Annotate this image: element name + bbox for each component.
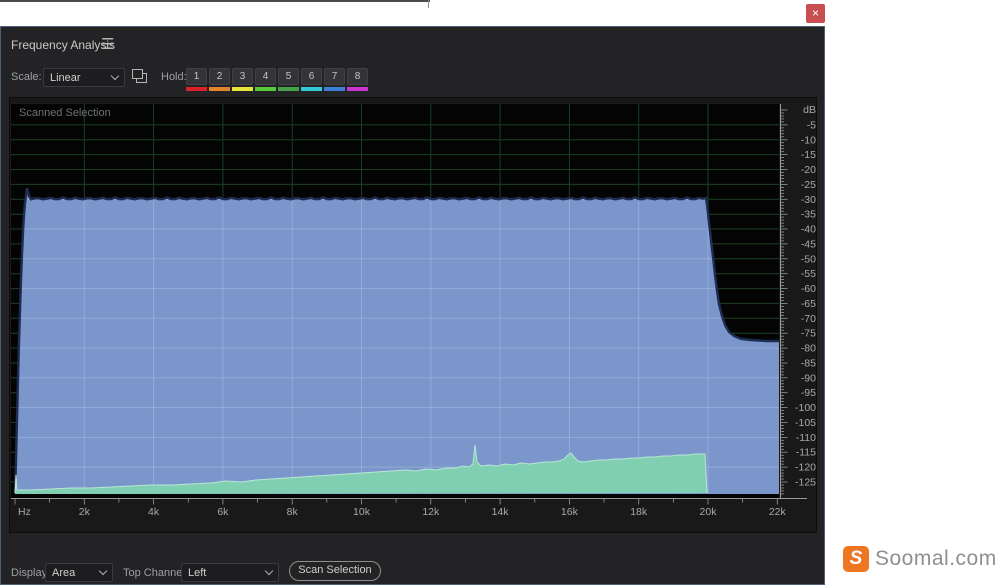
snapshot-icon[interactable] [132, 69, 150, 85]
hold-color-bar-1 [186, 87, 207, 91]
display-select[interactable]: Area [45, 563, 113, 582]
scale-select[interactable]: Linear [43, 68, 125, 87]
svg-text:-40: -40 [801, 224, 816, 236]
hold-color-bar-3 [232, 87, 253, 91]
hold-color-bar-8 [347, 87, 368, 91]
browser-top-line [0, 0, 430, 2]
svg-text:10k: 10k [353, 506, 371, 518]
soomal-logo-icon: S [843, 546, 869, 572]
hold-button-6[interactable]: 6 [301, 68, 322, 85]
svg-text:-90: -90 [801, 372, 816, 384]
snapshot-icon-front-square [132, 69, 143, 79]
svg-text:-95: -95 [801, 387, 816, 399]
svg-text:-35: -35 [801, 209, 816, 221]
scale-select-value: Linear [50, 72, 81, 84]
svg-text:14k: 14k [492, 506, 510, 518]
svg-text:-125: -125 [795, 477, 816, 489]
hold-button-7[interactable]: 7 [324, 68, 345, 85]
hold-slot-6: 6 [301, 68, 322, 91]
svg-text:6k: 6k [217, 506, 229, 518]
hold-button-5[interactable]: 5 [278, 68, 299, 85]
svg-text:-100: -100 [795, 402, 816, 414]
hold-buttons-row: 1 2 3 4 5 6 7 8 [186, 68, 368, 91]
svg-text:-55: -55 [801, 268, 816, 280]
db-axis-ruler: dB -5 -10 -15 -20 -25 -30 -35 -40 -45 -50 -55 -60 -65… [779, 104, 817, 498]
frequency-analysis-window: Frequency Analysis ☰ Scale: Linear Hold:… [0, 26, 825, 585]
scan-selection-button[interactable]: Scan Selection [289, 561, 381, 581]
footer-controls-row: Display: Area Top Channel: Left Scan Sel… [1, 559, 824, 586]
hold-button-8[interactable]: 8 [347, 68, 368, 85]
svg-text:16k: 16k [561, 506, 579, 518]
hold-color-bar-2 [209, 87, 230, 91]
chevron-down-icon [111, 72, 119, 80]
hold-slot-1: 1 [186, 68, 207, 91]
svg-text:-110: -110 [796, 432, 816, 444]
hold-label: Hold: [161, 71, 187, 83]
svg-text:Hz: Hz [18, 506, 31, 518]
svg-text:-75: -75 [801, 328, 816, 340]
hold-color-bar-7 [324, 87, 345, 91]
svg-text:-80: -80 [801, 343, 816, 355]
hold-slot-7: 7 [324, 68, 345, 91]
svg-text:-5: -5 [807, 119, 816, 131]
scanned-selection-label: Scanned Selection [19, 107, 111, 119]
svg-text:18k: 18k [630, 506, 648, 518]
top-channel-select-value: Left [188, 567, 206, 579]
svg-text:-15: -15 [801, 149, 816, 161]
svg-text:-20: -20 [801, 164, 816, 176]
panel-menu-icon[interactable]: ☰ [101, 35, 114, 53]
svg-text:dB: dB [803, 104, 816, 116]
svg-text:12k: 12k [422, 506, 440, 518]
svg-text:-70: -70 [801, 313, 816, 325]
svg-text:22k: 22k [769, 506, 787, 518]
svg-text:-85: -85 [801, 358, 816, 370]
hold-slot-4: 4 [255, 68, 276, 91]
svg-text:-115: -115 [796, 447, 816, 459]
hold-button-2[interactable]: 2 [209, 68, 230, 85]
soomal-logo: S Soomal.com [843, 546, 997, 572]
top-channel-label: Top Channel: [123, 567, 188, 579]
hold-slot-3: 3 [232, 68, 253, 91]
hold-button-4[interactable]: 4 [255, 68, 276, 85]
svg-text:-120: -120 [795, 462, 816, 474]
chevron-down-icon [265, 567, 273, 575]
svg-text:-25: -25 [801, 179, 816, 191]
soomal-logo-text: Soomal.com [875, 547, 997, 571]
display-select-value: Area [52, 567, 75, 579]
scale-label: Scale: [11, 71, 42, 83]
hold-color-bar-5 [278, 87, 299, 91]
hold-button-3[interactable]: 3 [232, 68, 253, 85]
svg-text:-105: -105 [795, 417, 816, 429]
svg-text:20k: 20k [700, 506, 718, 518]
panel-title: Frequency Analysis [11, 38, 115, 52]
frequency-axis-ruler: Hz 2k 4k 6k 8k 10k 12k 14k 16k 18k 20k 22k [11, 498, 817, 522]
svg-text:2k: 2k [79, 506, 91, 518]
hold-slot-2: 2 [209, 68, 230, 91]
svg-text:-10: -10 [801, 134, 816, 146]
svg-text:8k: 8k [287, 506, 299, 518]
hold-slot-8: 8 [347, 68, 368, 91]
svg-text:-50: -50 [801, 253, 816, 265]
close-button[interactable]: × [806, 4, 825, 23]
browser-top-tick [428, 0, 429, 8]
svg-text:-60: -60 [801, 283, 816, 295]
svg-text:-45: -45 [801, 238, 816, 250]
svg-text:-65: -65 [801, 298, 816, 310]
chevron-down-icon [99, 567, 107, 575]
hold-button-1[interactable]: 1 [186, 68, 207, 85]
hold-color-bar-6 [301, 87, 322, 91]
spectrum-plot[interactable] [11, 104, 779, 498]
svg-text:-30: -30 [801, 194, 816, 206]
hold-slot-5: 5 [278, 68, 299, 91]
page-background: × Frequency Analysis ☰ Scale: Linear Hol… [0, 0, 1000, 586]
svg-text:4k: 4k [148, 506, 160, 518]
top-channel-select[interactable]: Left [181, 563, 279, 582]
hold-color-bar-4 [255, 87, 276, 91]
spectrum-chart-container: Scanned Selection dB -5 -10 -15 -20 -25 -30 -35… [9, 97, 817, 533]
